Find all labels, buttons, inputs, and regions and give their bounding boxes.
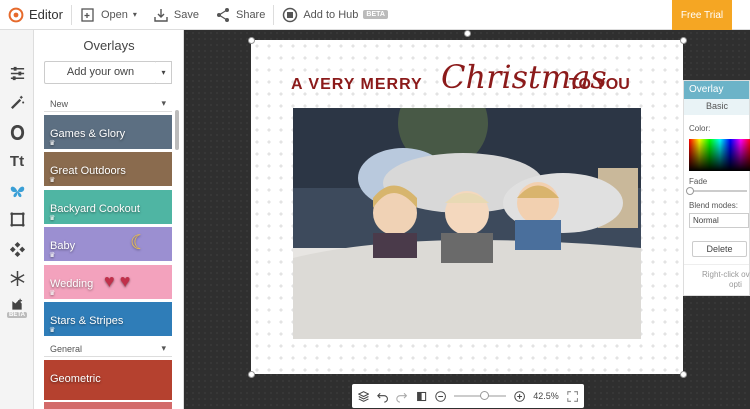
section-new-header[interactable]: New ▾ xyxy=(44,96,172,112)
overlay-thumb-baby[interactable]: Baby ☾ ♛ xyxy=(44,227,172,261)
crown-icon: ♛ xyxy=(49,327,56,334)
share-label: Share xyxy=(235,8,266,21)
hub-icon xyxy=(283,7,298,22)
face-icon[interactable] xyxy=(7,122,27,142)
redo-icon[interactable] xyxy=(396,390,408,403)
compare-icon[interactable] xyxy=(416,390,427,403)
section-general-header[interactable]: General ▾ xyxy=(44,341,172,357)
graphics-beta-icon[interactable]: BETA xyxy=(7,298,27,318)
save-label: Save xyxy=(173,8,199,21)
greeting-text-right[interactable]: TO YOU xyxy=(569,76,630,94)
color-picker[interactable] xyxy=(689,139,750,171)
lovebirds-icon: ♥ ♥ xyxy=(104,271,131,291)
save-button[interactable]: Save xyxy=(145,0,207,30)
frame-icon[interactable] xyxy=(7,209,27,229)
tool-icon-bar: Tt BETA xyxy=(0,30,34,409)
undo-icon[interactable] xyxy=(377,390,389,403)
thumb-label: Stars & Stripes xyxy=(50,315,124,327)
texture-icon[interactable] xyxy=(7,239,27,259)
overlay-thumb-stars-stripes[interactable]: Stars & Stripes ♛ xyxy=(44,302,172,336)
thumb-label: Geometric xyxy=(50,373,101,385)
chevron-down-icon: ▾ xyxy=(161,98,166,108)
section-general-label: General xyxy=(50,343,83,354)
zoom-slider[interactable] xyxy=(454,391,507,400)
hint-text: Right-click ov xyxy=(702,270,750,279)
top-toolbar: Editor Open ▾ Save Share Add to Hub BETA… xyxy=(0,0,750,30)
resize-handle[interactable] xyxy=(248,37,255,44)
fade-label: Fade xyxy=(689,177,708,186)
save-icon xyxy=(154,8,168,22)
editor-brand[interactable]: Editor xyxy=(0,0,71,30)
overlays-panel: Overlays Add your own ▾ New ▾ Games & Gl… xyxy=(34,30,184,409)
tab-basic[interactable]: Basic xyxy=(684,99,749,115)
crown-icon: ♛ xyxy=(49,290,56,297)
document-canvas[interactable]: A VERY MERRY Christmas TO YOU xyxy=(251,40,683,374)
crown-icon: ♛ xyxy=(49,215,56,222)
resize-handle[interactable] xyxy=(680,371,687,378)
share-button[interactable]: Share xyxy=(207,0,273,30)
adjust-icon[interactable] xyxy=(7,63,27,83)
overlay-properties-panel: Overlay Basic Color: Fade Blend modes: N… xyxy=(683,80,750,296)
rotate-handle[interactable] xyxy=(464,30,471,37)
snowflake-icon[interactable] xyxy=(7,268,27,288)
hint-text-2: opti xyxy=(729,280,742,289)
fullscreen-icon[interactable] xyxy=(567,390,578,403)
overlay-thumb-wedding[interactable]: Wedding ♥ ♥ ♛ xyxy=(44,265,172,299)
zoom-out-icon[interactable] xyxy=(435,390,446,403)
magic-wand-icon[interactable] xyxy=(7,92,27,112)
thumb-label: Great Outdoors xyxy=(50,165,126,177)
overlay-thumb-partial[interactable] xyxy=(44,402,172,409)
thumb-label: Wedding xyxy=(50,278,94,290)
color-label: Color: xyxy=(689,124,711,133)
fade-slider-thumb[interactable] xyxy=(686,187,694,195)
hub-label: Add to Hub xyxy=(303,8,359,21)
text-icon[interactable]: Tt xyxy=(7,151,27,171)
thumb-label: Backyard Cookout xyxy=(50,203,140,215)
butterfly-icon[interactable] xyxy=(7,181,27,201)
beta-badge: BETA xyxy=(363,10,388,19)
open-label: Open xyxy=(100,8,128,21)
chevron-down-icon: ▾ xyxy=(132,10,137,19)
add-your-own-button[interactable]: Add your own xyxy=(44,61,157,84)
section-new-label: New xyxy=(50,98,69,109)
panel-title: Overlays xyxy=(83,38,135,53)
chevron-down-icon: ▾ xyxy=(161,343,166,353)
crown-icon: ♛ xyxy=(49,140,56,147)
picmonkey-logo-icon xyxy=(8,7,24,22)
open-file-icon xyxy=(81,7,94,22)
overlay-thumb-great-outdoors[interactable]: Great Outdoors ♛ xyxy=(44,152,172,186)
zoom-level: 42.5% xyxy=(533,391,559,401)
resize-handle[interactable] xyxy=(680,37,687,44)
crown-icon: ♛ xyxy=(49,252,56,259)
greeting-text-left[interactable]: A VERY MERRY xyxy=(291,76,423,94)
open-button[interactable]: Open ▾ xyxy=(72,0,145,30)
layers-icon[interactable] xyxy=(358,390,370,403)
overlay-thumb-geometric[interactable]: Geometric xyxy=(44,360,172,400)
zoom-toolbar: 42.5% xyxy=(352,384,584,408)
delete-button[interactable]: Delete xyxy=(692,241,747,257)
free-trial-button[interactable]: Free Trial xyxy=(672,0,732,30)
family-photo[interactable] xyxy=(293,108,641,339)
overlay-panel-title: Overlay xyxy=(684,81,749,99)
overlay-thumb-games-glory[interactable]: Games & Glory ♛ xyxy=(44,115,172,149)
panel-scrollbar[interactable] xyxy=(175,110,179,150)
moon-icon: ☾ xyxy=(130,232,148,254)
share-icon xyxy=(216,7,229,22)
overlay-thumb-backyard-cookout[interactable]: Backyard Cookout ♛ xyxy=(44,190,172,224)
thumb-label: Games & Glory xyxy=(50,128,126,140)
beta-badge: BETA xyxy=(7,312,27,318)
blend-modes-label: Blend modes: xyxy=(689,201,738,210)
zoom-slider-thumb[interactable] xyxy=(480,391,490,400)
resize-handle[interactable] xyxy=(248,371,255,378)
zoom-in-icon[interactable] xyxy=(514,390,525,403)
fade-slider[interactable] xyxy=(686,187,747,195)
editor-title: Editor xyxy=(29,7,63,22)
blend-mode-select[interactable]: Normal xyxy=(689,213,749,228)
crown-icon: ♛ xyxy=(49,177,56,184)
add-your-own-dropdown[interactable]: ▾ xyxy=(156,61,172,84)
add-to-hub-button[interactable]: Add to Hub BETA xyxy=(274,0,396,30)
